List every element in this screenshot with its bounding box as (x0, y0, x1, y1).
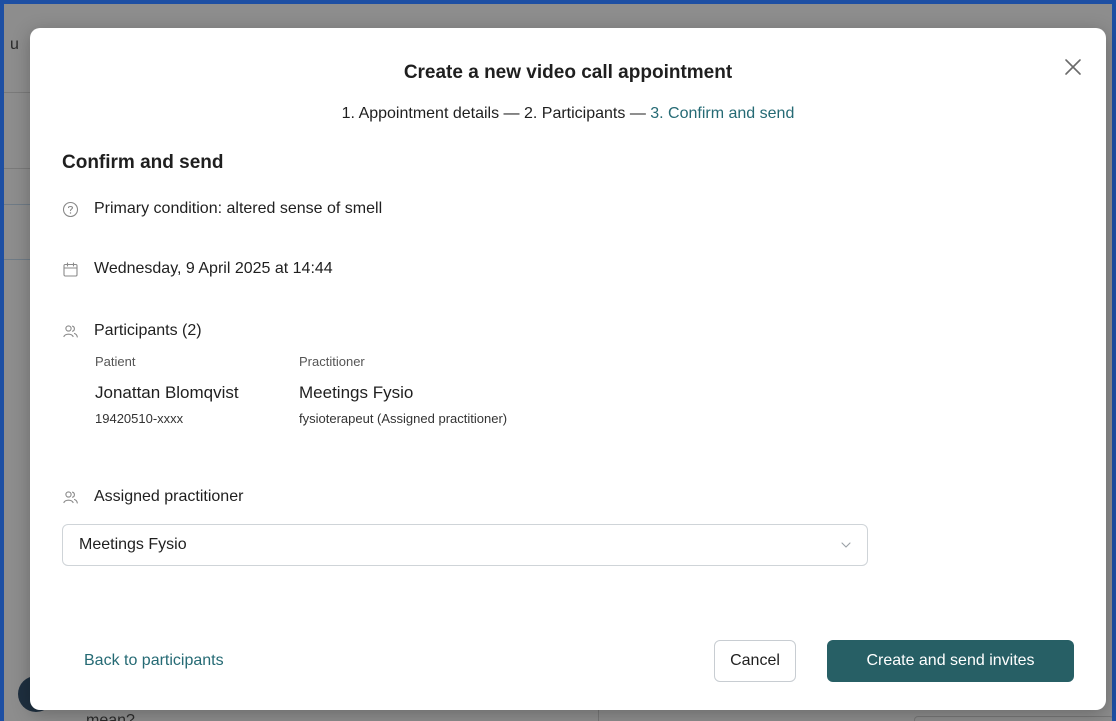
patient-card: Patient Jonattan Blomqvist 19420510-xxxx (95, 354, 239, 426)
cancel-button[interactable]: Cancel (714, 640, 796, 682)
section-heading: Confirm and send (62, 152, 224, 173)
modal-title: Create a new video call appointment (403, 62, 733, 83)
date-text: Wednesday, 9 April 2025 at 14:44 (94, 260, 333, 277)
practitioner-card: Practitioner Meetings Fysio fysioterapeu… (299, 354, 507, 426)
appointment-modal: Create a new video call appointment 1. A… (30, 28, 1106, 710)
step-indicator: 1. Appointment details — 2. Participants… (30, 105, 1106, 123)
condition-text: Primary condition: altered sense of smel… (94, 200, 383, 217)
people-icon (62, 489, 79, 506)
patient-role: Patient (95, 354, 136, 369)
help-circle-icon (62, 201, 79, 218)
practitioner-name: Meetings Fysio (299, 383, 414, 402)
step-active: 3. Confirm and send (650, 105, 795, 122)
chevron-down-icon (841, 542, 851, 548)
patient-id: 19420510-xxxx (95, 411, 184, 426)
assigned-practitioner-row: Assigned practitioner (62, 488, 243, 506)
create-and-send-button[interactable]: Create and send invites (827, 640, 1074, 682)
assigned-practitioner-select[interactable]: Meetings Fysio (62, 524, 868, 566)
practitioner-role: Practitioner (299, 354, 365, 369)
back-to-participants-link[interactable]: Back to participants (84, 652, 224, 670)
calendar-icon (62, 261, 79, 278)
participants-row: Participants (2) (62, 322, 202, 340)
backdrop-text: u (10, 36, 19, 53)
steps-completed: 1. Appointment details — 2. Participants… (341, 105, 651, 122)
participants-label: Participants (2) (94, 322, 202, 339)
date-row: Wednesday, 9 April 2025 at 14:44 (62, 260, 333, 278)
backdrop-text: mean? (86, 712, 135, 721)
patient-name: Jonattan Blomqvist (95, 383, 239, 402)
assigned-practitioner-label: Assigned practitioner (94, 488, 244, 505)
condition-row: Primary condition: altered sense of smel… (62, 200, 382, 218)
practitioner-title: fysioterapeut (Assigned practitioner) (299, 411, 508, 426)
select-value: Meetings Fysio (79, 536, 187, 553)
people-icon (62, 323, 79, 340)
backdrop-input (914, 716, 1112, 721)
